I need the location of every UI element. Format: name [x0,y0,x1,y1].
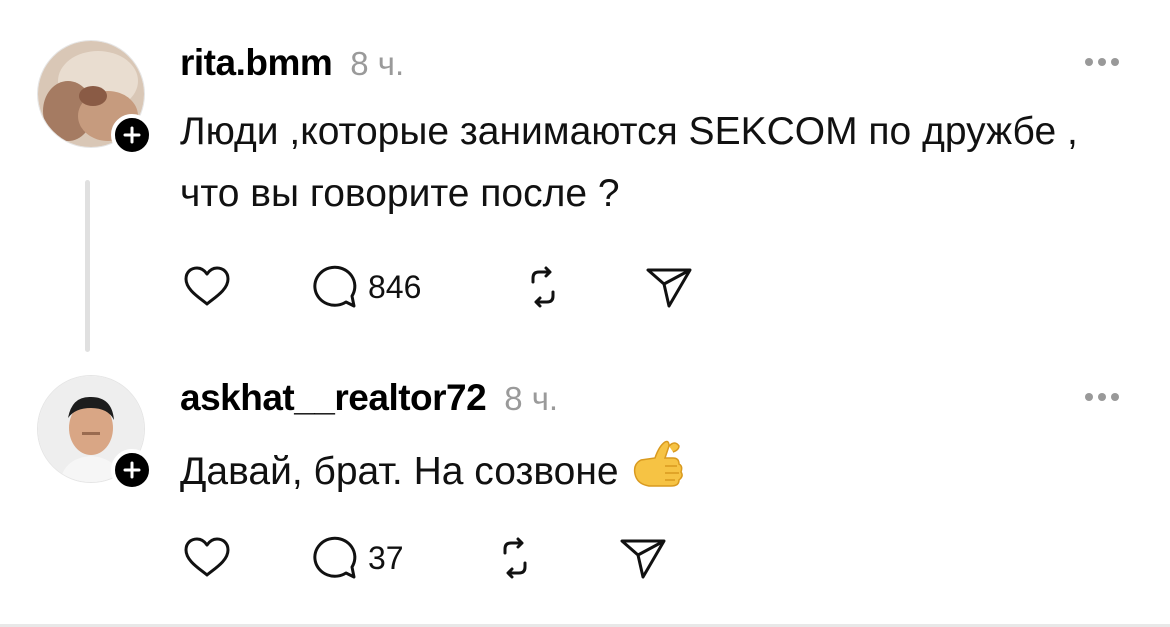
plus-icon [123,461,141,479]
repost-icon [503,537,527,579]
reply-count: 37 [368,539,404,576]
more-dots-icon [1085,58,1093,66]
follow-button[interactable] [111,114,153,156]
more-button[interactable] [1080,52,1124,72]
comment-icon [313,536,357,579]
post-text-wrap: Давай, брат. На созвоне [180,436,1080,503]
share-icon [646,268,692,308]
heart-icon [184,537,230,577]
post-header: askhat__realtor72 8 ч. [180,377,558,419]
reply-button[interactable]: 846 [308,259,421,315]
username[interactable]: askhat__realtor72 [180,377,487,419]
timestamp: 8 ч. [350,45,405,82]
post-text: Люди ,которые занимаются SEKCOM по дружб… [180,110,1078,215]
follow-button[interactable] [111,449,153,491]
timestamp: 8 ч. [504,380,559,417]
share-button[interactable] [642,259,696,315]
repost-button[interactable] [488,530,542,586]
post-text: Давай, брат. На созвоне [180,450,619,493]
share-button[interactable] [616,530,670,586]
repost-button[interactable] [516,259,570,315]
more-dots-icon [1085,393,1093,401]
comment-icon [313,265,357,308]
username[interactable]: rita.bmm [180,42,333,84]
repost-icon [531,266,555,308]
like-button[interactable] [180,530,234,586]
plus-icon [123,126,141,144]
call-me-hand-icon [633,440,683,487]
heart-icon [184,266,230,306]
share-icon [620,539,666,579]
post-header: rita.bmm 8 ч. [180,42,404,84]
avatar-wrap[interactable] [37,40,153,156]
reply-count: 846 [368,268,422,305]
reply-button[interactable]: 37 [308,530,404,586]
thread-line [85,180,90,352]
more-button[interactable] [1080,387,1124,407]
like-button[interactable] [180,259,234,315]
avatar-wrap[interactable] [37,375,153,491]
